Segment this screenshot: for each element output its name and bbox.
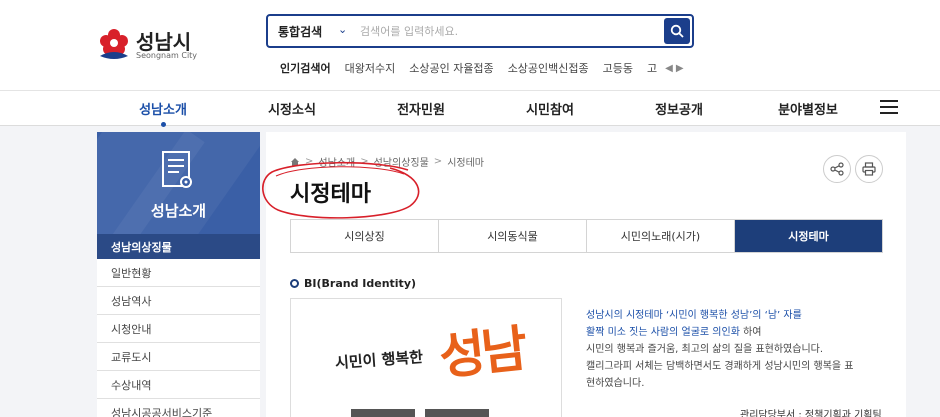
- desc-line: 시민의 행복과 즐거움, 최고의 삶의 질을 표현하였습니다.: [586, 344, 824, 355]
- sidebar-header: 성남소개: [97, 132, 260, 234]
- menu-icon[interactable]: [880, 100, 898, 114]
- tab-city-flora-fauna[interactable]: 시의동식물: [439, 220, 587, 252]
- sidebar-item-overview[interactable]: 일반현황: [97, 259, 260, 287]
- bi-slogan-big: 성남: [436, 318, 527, 387]
- scroll-document-icon: [162, 151, 192, 188]
- active-indicator-dot: [161, 122, 166, 127]
- gnb-item-information[interactable]: 정보공개: [624, 99, 734, 118]
- popular-keyword[interactable]: 고: [647, 60, 657, 76]
- bullet-icon: [290, 279, 299, 288]
- popular-keyword[interactable]: 고등동: [603, 60, 633, 76]
- logo-subtext: Seongnam City: [136, 51, 198, 60]
- desc-highlight: 활짝 미소 짓는 사람의 얼굴로 의인화: [586, 327, 740, 338]
- tab-city-song[interactable]: 시민의노래(시가): [587, 220, 735, 252]
- desc-text: 하여: [739, 327, 762, 338]
- search-scope-select[interactable]: 통합검색: [278, 23, 322, 40]
- tab-city-symbol[interactable]: 시의상징: [291, 220, 439, 252]
- site-logo[interactable]: 성남시 Seongnam City: [96, 24, 206, 68]
- sidebar-item-public-service[interactable]: 성남시공공서비스기준: [97, 399, 260, 417]
- sidebar-item-sister-cities[interactable]: 교류도시: [97, 343, 260, 371]
- sidebar-item-symbols[interactable]: 성남의상징물: [97, 234, 260, 259]
- keyword-scroll-arrows-icon[interactable]: ◀▶: [665, 63, 686, 74]
- print-icon: [862, 162, 876, 176]
- gnb-item-participation[interactable]: 시민참여: [495, 99, 605, 118]
- desc-line: 캘리그라피 서체는 담백하면서도 경쾌하게 성남시민의 행복을 표: [586, 361, 854, 372]
- section-title: BI(Brand Identity): [290, 277, 416, 290]
- breadcrumb-item[interactable]: 시정테마: [447, 154, 484, 169]
- popular-keywords-title: 인기검색어: [280, 62, 331, 75]
- popular-keyword[interactable]: 소상공인백신접종: [508, 60, 589, 76]
- gnb-item-civil-service[interactable]: 전자민원: [366, 99, 476, 118]
- popular-keyword[interactable]: 소상공인 자율접종: [409, 60, 493, 76]
- share-icon: [830, 162, 844, 176]
- tab-city-theme[interactable]: 시정테마: [735, 220, 882, 252]
- download-button[interactable]: [425, 409, 489, 417]
- search-input[interactable]: [360, 21, 650, 41]
- gnb-item-news[interactable]: 시정소식: [237, 99, 347, 118]
- search-icon: [670, 24, 684, 38]
- desc-line: 현하였습니다.: [586, 378, 645, 389]
- bi-description: 성남시의 시정테마 ‘시민이 행복한 성남’의 ‘남’ 자를 활짝 미소 짓는 …: [586, 307, 886, 392]
- gnb-item-introduction[interactable]: 성남소개: [108, 99, 218, 118]
- bi-slogan-small: 시민이 행복한: [334, 347, 424, 373]
- search-button[interactable]: [664, 18, 690, 44]
- search-bar: 통합검색 ⌄: [266, 14, 694, 48]
- breadcrumb-separator: >: [433, 156, 443, 167]
- department-info: 관리담당부서 : 정책기획과 기획팀: [740, 410, 882, 417]
- red-circle-annotation: [262, 161, 420, 219]
- sidebar-item-awards[interactable]: 수상내역: [97, 371, 260, 399]
- sidebar-item-history[interactable]: 성남역사: [97, 287, 260, 315]
- sidebar-title: 성남소개: [150, 202, 207, 220]
- share-button[interactable]: [823, 155, 851, 183]
- gnb-item-field-info[interactable]: 분야별정보: [753, 99, 863, 118]
- site-header: 성남시 Seongnam City 통합검색 ⌄ 인기검색어 대왕저수지 소상공…: [0, 0, 940, 90]
- section-title-text: BI(Brand Identity): [304, 277, 417, 290]
- popular-keyword[interactable]: 대왕저수지: [345, 60, 396, 76]
- desc-line: 성남시의 시정테마 ‘시민이 행복한 성남’의 ‘남’ 자를: [586, 310, 802, 321]
- download-button[interactable]: [351, 409, 415, 417]
- sidebar-item-city-hall[interactable]: 시청안내: [97, 315, 260, 343]
- print-button[interactable]: [855, 155, 883, 183]
- bi-logo-box: 시민이 행복한 성남: [290, 298, 562, 417]
- popular-keywords: 인기검색어 대왕저수지 소상공인 자율접종 소상공인백신접종 고등동 고 ◀▶: [280, 60, 687, 76]
- content-tabs: 시의상징 시의동식물 시민의노래(시가) 시정테마: [290, 219, 883, 253]
- sidebar-menu: 성남의상징물 일반현황 성남역사 시청안내 교류도시 수상내역 성남시공공서비스…: [97, 234, 260, 417]
- main-navigation: 성남소개 시정소식 전자민원 시민참여 정보공개 분야별정보: [0, 90, 940, 126]
- city-flower-icon: [100, 29, 128, 59]
- chevron-down-icon[interactable]: ⌄: [338, 23, 347, 36]
